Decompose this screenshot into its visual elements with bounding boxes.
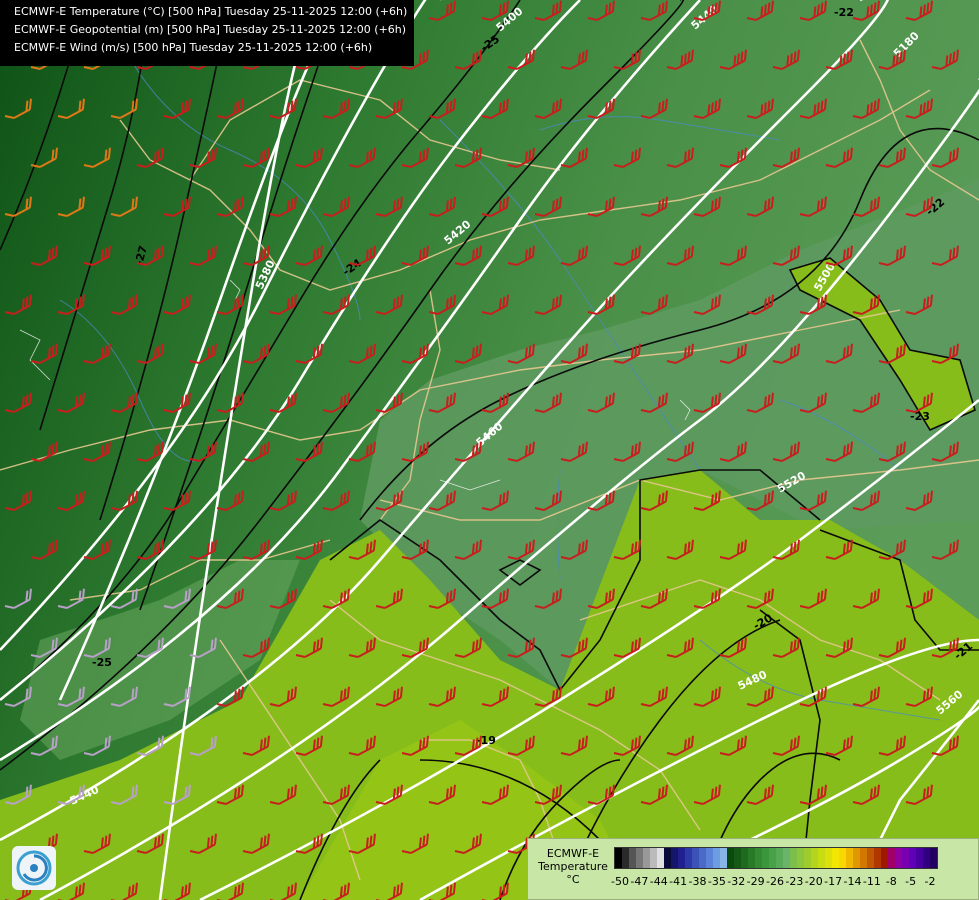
color-swatch [902, 848, 909, 868]
color-swatch [643, 848, 650, 868]
weather-map[interactable]: 5400 5440 5420 5380 5460 5500 5520 5560 … [0, 0, 979, 900]
color-swatch [783, 848, 790, 868]
legend-tick-label: -11 [862, 875, 881, 888]
legend-tick-label: -50 [611, 875, 629, 888]
legend-tick-label: -29 [746, 875, 765, 888]
legend-tick-label: -17 [824, 875, 843, 888]
color-swatch [867, 848, 874, 868]
color-swatch [804, 848, 811, 868]
color-swatch [909, 848, 916, 868]
legend-tick-label: -5 [905, 875, 917, 888]
color-swatch [678, 848, 685, 868]
legend-tick-label: -2 [924, 875, 936, 888]
color-swatch [860, 848, 867, 868]
legend-tick-label: -35 [707, 875, 726, 888]
color-swatch [846, 848, 853, 868]
color-swatch [769, 848, 776, 868]
color-swatch [825, 848, 832, 868]
temperature-label: -25 [92, 656, 112, 669]
color-swatch [629, 848, 636, 868]
color-swatch [741, 848, 748, 868]
color-swatch [622, 848, 629, 868]
temperature-label: -19 [476, 734, 496, 747]
color-swatch [790, 848, 797, 868]
color-swatch [671, 848, 678, 868]
legend-tick-label: -20 [804, 875, 823, 888]
color-swatch [615, 848, 622, 868]
color-swatch [895, 848, 902, 868]
temperature-legend: ECMWF-E Temperature °C -50 -47 -44 -41 -38 -3… [527, 838, 979, 900]
color-swatch [797, 848, 804, 868]
temperature-label: -22 [834, 6, 854, 19]
color-swatch [762, 848, 769, 868]
color-swatch [706, 848, 713, 868]
color-swatch [650, 848, 657, 868]
color-swatch [636, 848, 643, 868]
swirl-logo-icon [16, 850, 52, 886]
color-swatch [923, 848, 930, 868]
color-swatch [853, 848, 860, 868]
color-swatch [713, 848, 720, 868]
legend-title: ECMWF-E Temperature °C [538, 847, 608, 886]
color-swatch [881, 848, 888, 868]
legend-tick-label: -26 [766, 875, 784, 888]
color-scale [614, 847, 938, 869]
legend-tick-label: -32 [727, 875, 746, 888]
color-swatch [664, 848, 671, 868]
color-swatch [916, 848, 923, 868]
map-title: ECMWF-E Temperature (°C) [500 hPa] Tuesd… [0, 0, 414, 66]
color-swatch [811, 848, 818, 868]
color-swatch [699, 848, 706, 868]
color-swatch [888, 848, 895, 868]
legend-tick-label: -44 [649, 875, 668, 888]
color-swatch [832, 848, 839, 868]
provider-logo [12, 846, 56, 890]
title-temperature: ECMWF-E Temperature (°C) [500 hPa] Tuesd… [14, 5, 408, 18]
legend-tick-label: -23 [785, 875, 804, 888]
color-swatch [692, 848, 699, 868]
legend-tick-label: -47 [630, 875, 649, 888]
legend-tick-label: -41 [669, 875, 688, 888]
color-swatch [755, 848, 762, 868]
color-swatch [720, 848, 727, 868]
color-swatch [839, 848, 846, 868]
color-swatch [734, 848, 741, 868]
legend-tick-label: -38 [688, 875, 707, 888]
color-swatch [874, 848, 881, 868]
color-swatch [930, 848, 937, 868]
color-swatch [776, 848, 783, 868]
title-geopotential: ECMWF-E Geopotential (m) [500 hPa] Tuesd… [14, 23, 407, 36]
color-swatch [818, 848, 825, 868]
color-swatch [685, 848, 692, 868]
color-swatch [727, 848, 734, 868]
color-swatch [748, 848, 755, 868]
legend-tick-label: -8 [885, 875, 897, 888]
title-wind: ECMWF-E Wind (m/s) [500 hPa] Tuesday 25-… [14, 41, 373, 54]
legend-tick-label: -14 [843, 875, 862, 888]
color-swatch [657, 848, 664, 868]
